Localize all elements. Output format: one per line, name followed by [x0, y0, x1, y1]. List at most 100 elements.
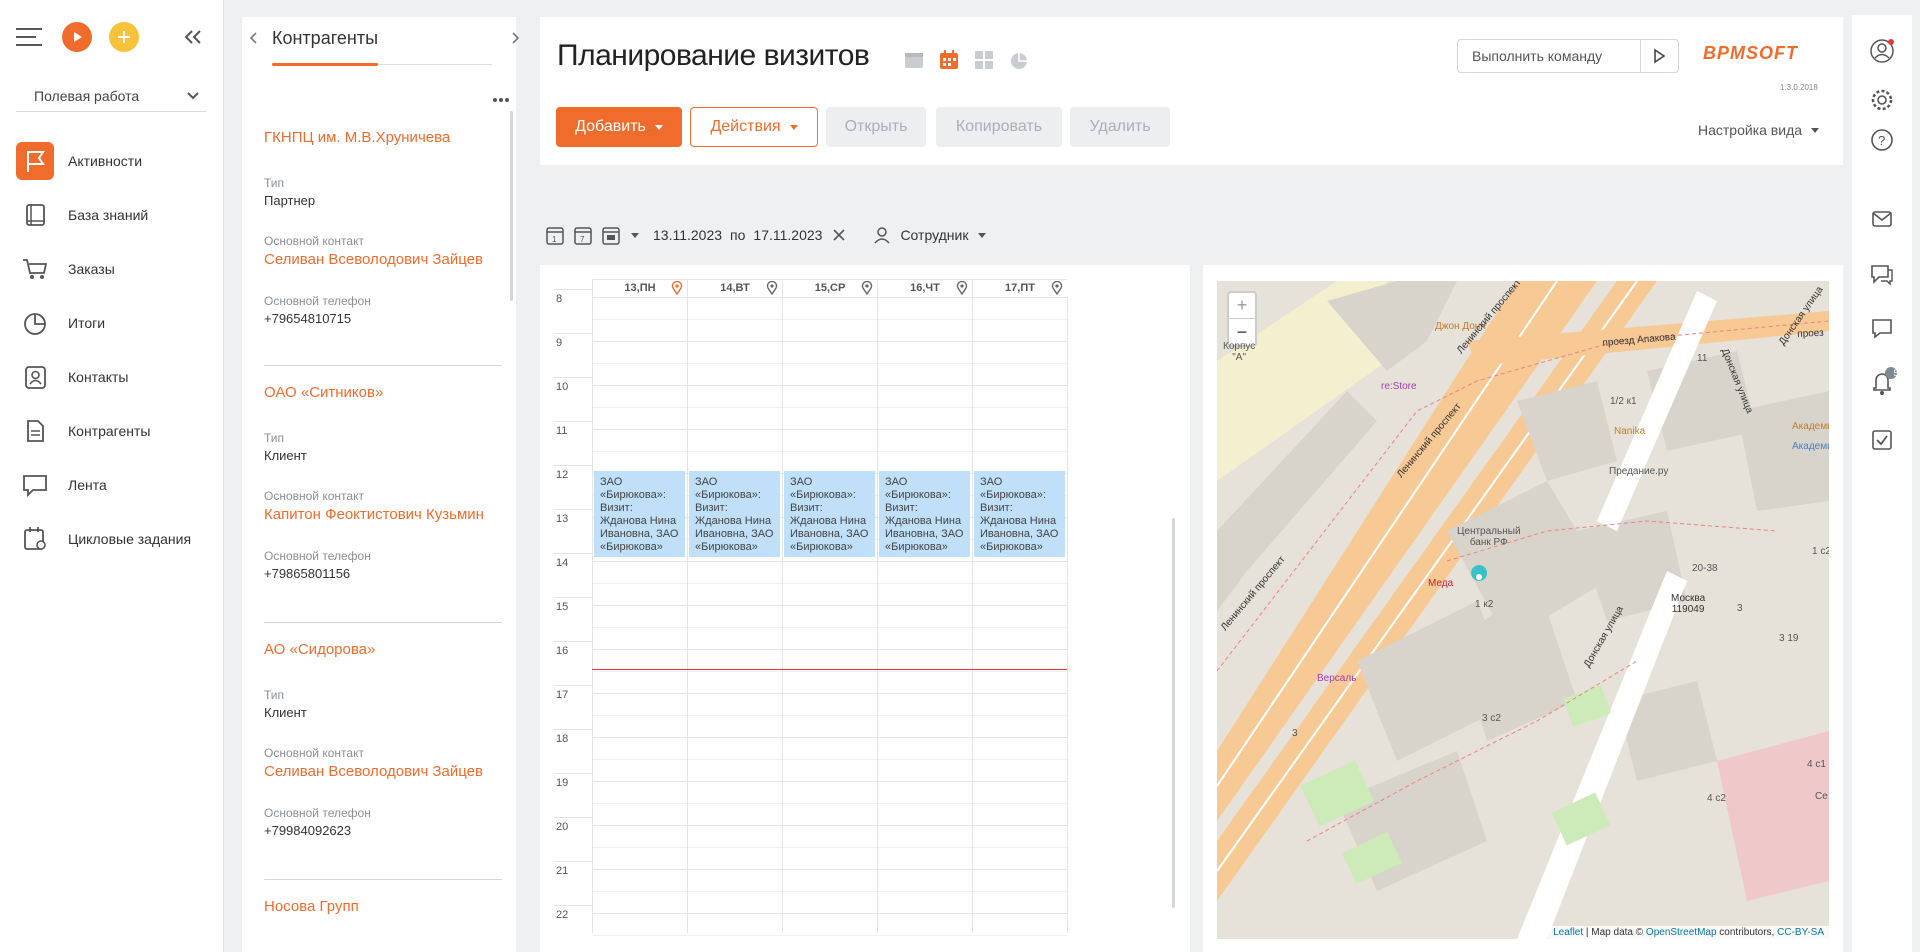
- chevron-right-icon[interactable]: [510, 31, 522, 45]
- day-header[interactable]: 17,ПТ: [972, 279, 1067, 297]
- contractor-card[interactable]: Носова Групп: [264, 898, 510, 945]
- leaflet-link[interactable]: Leaflet: [1553, 927, 1583, 938]
- contractor-card[interactable]: АО «Сидорова» Тип Клиент Основной контак…: [264, 641, 510, 864]
- date-to[interactable]: 17.11.2023: [753, 227, 822, 243]
- half-hour-line: [592, 847, 1067, 848]
- contractor-name[interactable]: АО «Сидорова»: [264, 641, 510, 658]
- add-plus-icon[interactable]: [109, 22, 139, 52]
- contractor-name[interactable]: ОАО «Ситников»: [264, 384, 510, 401]
- week-period-icon[interactable]: 7: [573, 224, 593, 246]
- view-settings-button[interactable]: Настройка вида: [1698, 122, 1820, 138]
- contractor-card[interactable]: ГКНПЦ им. М.В.Хруничева Тип Партнер Осно…: [264, 129, 510, 352]
- contractor-contact[interactable]: Селиван Всеволодович Зайцев: [264, 763, 510, 780]
- nav-item-contacts[interactable]: Контакты: [16, 356, 216, 398]
- hour-line: [592, 341, 1067, 342]
- add-button[interactable]: Добавить: [556, 107, 682, 147]
- contractor-contact[interactable]: Селиван Всеволодович Зайцев: [264, 251, 510, 268]
- comment-icon[interactable]: [1866, 312, 1898, 344]
- scrollbar[interactable]: [510, 111, 513, 301]
- map-pin-icon[interactable]: [671, 281, 683, 295]
- divider: [554, 641, 592, 642]
- field-label: Основной телефон: [264, 549, 371, 563]
- more-options-icon[interactable]: [492, 97, 510, 103]
- profile-icon[interactable]: [1866, 35, 1898, 67]
- half-hour-line: [592, 407, 1067, 408]
- calendar-event[interactable]: ЗАО «Бирюкова»: Визит: Жданова Нина Иван…: [784, 471, 875, 557]
- caret-down-icon[interactable]: [631, 232, 639, 238]
- actions-button[interactable]: Действия: [690, 107, 818, 147]
- contractor-phone: +79984092623: [264, 823, 352, 838]
- calendar-event[interactable]: ЗАО «Бирюкова»: Визит: Жданова Нина Иван…: [689, 471, 780, 557]
- hamburger-menu-icon[interactable]: [12, 22, 46, 52]
- nav-item-activities[interactable]: Активности: [16, 140, 216, 182]
- contractor-type: Партнер: [264, 193, 316, 208]
- calendar-view-icon[interactable]: [938, 49, 960, 71]
- day-header[interactable]: 15,СР: [782, 279, 877, 297]
- map-pin-icon[interactable]: [1051, 281, 1063, 295]
- map-pin-icon[interactable]: [956, 281, 968, 295]
- contractor-type: Клиент: [264, 448, 307, 463]
- license-link[interactable]: CC-BY-SA: [1777, 927, 1824, 938]
- bell-icon[interactable]: 5: [1866, 366, 1899, 398]
- map-label: Москва 119049: [1671, 593, 1706, 615]
- custom-period-icon[interactable]: [601, 224, 621, 246]
- active-tab-underline: [272, 63, 378, 66]
- field-label: Основной контакт: [264, 234, 364, 248]
- copy-button[interactable]: Копировать: [936, 107, 1062, 147]
- analytics-view-icon[interactable]: [1008, 49, 1030, 71]
- day-header[interactable]: 16,ЧТ: [877, 279, 972, 297]
- user-icon: [874, 227, 891, 244]
- hour-line: [592, 385, 1067, 386]
- delete-button[interactable]: Удалить: [1070, 107, 1170, 147]
- osm-link[interactable]: OpenStreetMap: [1646, 927, 1717, 938]
- map-view[interactable]: + − Корпус "А" Джон Донн re:Store Ленинский…: [1217, 281, 1829, 939]
- tasks-icon[interactable]: [1866, 424, 1898, 456]
- nav-item-label: Контрагенты: [68, 423, 151, 439]
- divider: [264, 622, 502, 623]
- chat-icon[interactable]: [1866, 258, 1898, 290]
- command-input[interactable]: Выполнить команду: [1457, 39, 1679, 73]
- calendar-event[interactable]: ЗАО «Бирюкова»: Визит: Жданова Нина Иван…: [974, 471, 1065, 557]
- workspace-select[interactable]: Полевая работа: [16, 80, 206, 112]
- calendar-event[interactable]: ЗАО «Бирюкова»: Визит: Жданова Нина Иван…: [879, 471, 970, 557]
- divider: [1640, 40, 1641, 72]
- hour-label: 14: [556, 557, 569, 569]
- chevron-left-icon[interactable]: [248, 31, 260, 45]
- open-button[interactable]: Открыть: [826, 107, 926, 147]
- contractor-name[interactable]: Носова Групп: [264, 898, 510, 915]
- scrollbar[interactable]: [1172, 518, 1175, 908]
- nav-item-knowledge-base[interactable]: База знаний: [16, 194, 216, 236]
- hour-line: [592, 913, 1067, 914]
- map-pin-icon[interactable]: [861, 281, 873, 295]
- run-command-icon[interactable]: [1651, 48, 1667, 64]
- nav-item-summaries[interactable]: Итоги: [16, 302, 216, 344]
- collapse-menu-icon[interactable]: [179, 24, 207, 50]
- day-header[interactable]: 14,ВТ: [687, 279, 782, 297]
- contractor-card[interactable]: ОАО «Ситников» Тип Клиент Основной конта…: [264, 384, 510, 607]
- caret-down-icon[interactable]: [978, 232, 987, 238]
- day-header[interactable]: 13,ПН: [592, 279, 687, 297]
- tile-view-icon[interactable]: [973, 49, 995, 71]
- clear-filter-icon[interactable]: [832, 228, 846, 242]
- date-from[interactable]: 13.11.2023: [653, 227, 722, 243]
- calendar-event[interactable]: ЗАО «Бирюкова»: Визит: Жданова Нина Иван…: [594, 471, 685, 557]
- half-hour-line: [592, 583, 1067, 584]
- nav-item-contractors[interactable]: Контрагенты: [16, 410, 216, 452]
- hour-label: 21: [556, 865, 569, 877]
- help-icon[interactable]: ?: [1866, 124, 1898, 156]
- contractor-name[interactable]: ГКНПЦ им. М.В.Хруничева: [264, 129, 510, 146]
- map-pin-icon[interactable]: [766, 281, 778, 295]
- zoom-in-button[interactable]: +: [1229, 293, 1255, 319]
- caret-down-icon: [789, 124, 798, 130]
- day-period-icon[interactable]: 1: [545, 224, 565, 246]
- process-run-icon[interactable]: [62, 22, 92, 52]
- list-view-icon[interactable]: [903, 49, 925, 71]
- map-label: Меда: [1428, 578, 1454, 589]
- nav-item-cyclic-tasks[interactable]: Цикловые задания: [16, 518, 216, 560]
- gear-icon[interactable]: [1866, 84, 1898, 116]
- nav-item-feed[interactable]: Лента: [16, 464, 216, 506]
- nav-item-orders[interactable]: Заказы: [16, 248, 216, 290]
- employee-filter[interactable]: Сотрудник: [900, 227, 968, 243]
- email-icon[interactable]: [1866, 203, 1898, 235]
- contractor-contact[interactable]: Капитон Феоктистович Кузьмин: [264, 506, 510, 523]
